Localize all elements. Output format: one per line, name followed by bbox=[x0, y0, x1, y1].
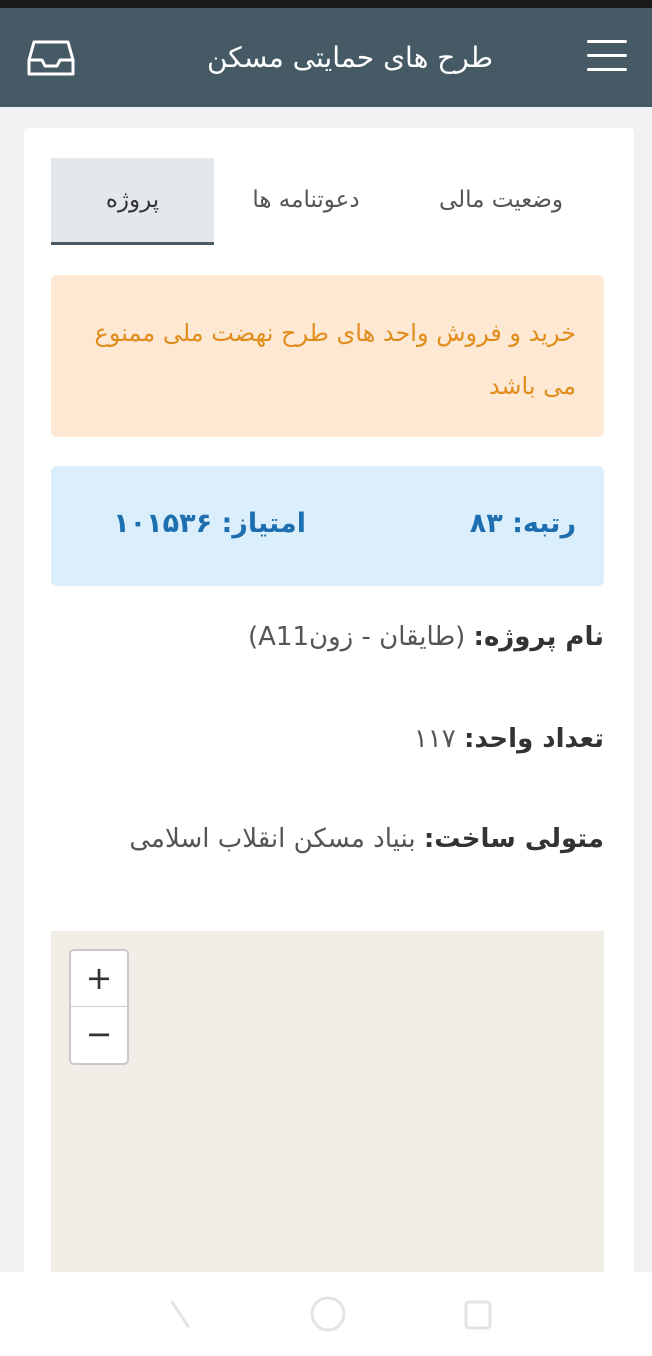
app-header: طرح های حمایتی مسکن bbox=[0, 8, 652, 107]
back-icon[interactable] bbox=[158, 1290, 198, 1336]
unit-count-label: تعداد واحد: bbox=[464, 724, 604, 754]
stats-box: رتبه: ۸۳ امتیاز: ۱۰۱۵۳۶ bbox=[51, 466, 604, 586]
zoom-control: + − bbox=[69, 949, 129, 1065]
zoom-in-button[interactable]: + bbox=[71, 951, 127, 1007]
tab-invitations[interactable]: دعوتنامه ها bbox=[221, 158, 391, 245]
score-value: امتیاز: ۱۰۱۵۳۶ bbox=[113, 508, 306, 539]
unit-count-row: تعداد واحد: ۱۱۷ bbox=[51, 724, 604, 754]
map-view[interactable]: + − bbox=[51, 931, 604, 1288]
recent-apps-icon[interactable] bbox=[460, 1294, 496, 1334]
hamburger-menu-icon[interactable] bbox=[584, 36, 630, 76]
content-card: وضعیت مالی دعوتنامه ها پروژه خرید و فروش… bbox=[24, 128, 634, 1288]
project-name-value: (طایقان - زونA11) bbox=[247, 622, 466, 652]
tab-financial-status[interactable]: وضعیت مالی bbox=[401, 158, 601, 245]
builder-value: بنیاد مسکن انقلاب اسلامی bbox=[129, 824, 416, 854]
inbox-icon[interactable] bbox=[26, 36, 76, 80]
zoom-out-button[interactable]: − bbox=[71, 1007, 127, 1063]
tab-project[interactable]: پروژه bbox=[51, 158, 214, 245]
rank-value: رتبه: ۸۳ bbox=[469, 508, 576, 539]
project-name-label: نام پروژه: bbox=[473, 622, 604, 652]
home-icon[interactable] bbox=[308, 1294, 348, 1334]
tab-bar: وضعیت مالی دعوتنامه ها پروژه bbox=[51, 158, 604, 245]
project-name-row: نام پروژه: (طایقان - زونA11) bbox=[51, 622, 604, 652]
status-bar bbox=[0, 0, 652, 8]
warning-alert: خرید و فروش واحد های طرح نهضت ملی ممنوع … bbox=[51, 275, 604, 437]
system-nav-bar bbox=[0, 1272, 652, 1356]
builder-label: متولی ساخت: bbox=[423, 824, 604, 854]
builder-row: متولی ساخت: بنیاد مسکن انقلاب اسلامی bbox=[51, 824, 604, 854]
page-title: طرح های حمایتی مسکن bbox=[206, 41, 494, 74]
unit-count-value: ۱۱۷ bbox=[413, 724, 456, 754]
